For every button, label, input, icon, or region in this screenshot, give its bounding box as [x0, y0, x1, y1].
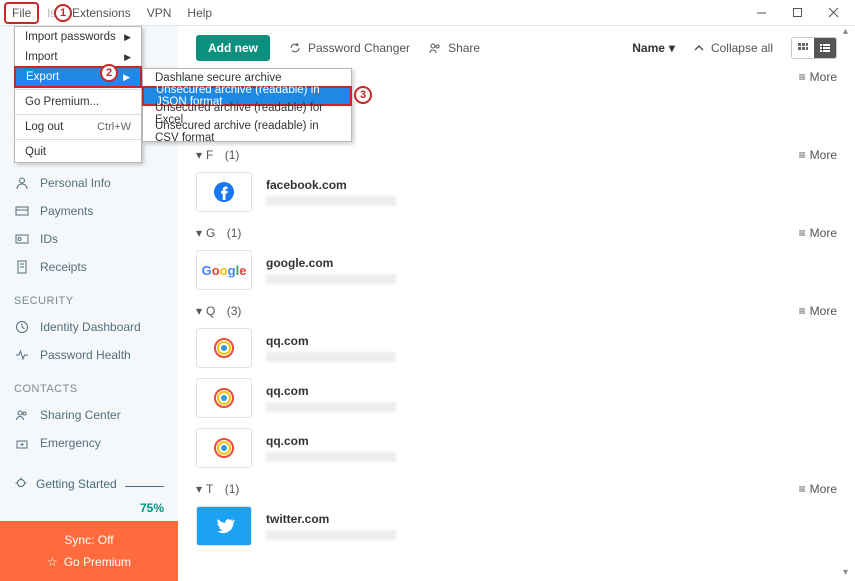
sidebar-footer: Sync: Off ☆Go Premium	[0, 521, 178, 581]
sort-dropdown[interactable]: Name▾	[632, 41, 675, 55]
getting-started-percent: 75%	[140, 501, 164, 515]
group-header-t[interactable]: ▾T (1)	[196, 482, 239, 496]
sidebar-payments[interactable]: Payments	[0, 197, 178, 225]
sidebar-identity-dashboard[interactable]: Identity Dashboard	[0, 313, 178, 341]
filter-icon: ≡	[799, 70, 806, 84]
list-item[interactable]: facebook.com	[196, 172, 837, 212]
more-button[interactable]: ≡More	[799, 304, 837, 318]
bulb-icon	[14, 477, 28, 491]
clock-icon	[14, 320, 30, 334]
more-button[interactable]: ≡More	[799, 482, 837, 496]
file-import-passwords[interactable]: Import passwords▶	[15, 27, 141, 47]
menu-vpn[interactable]: VPN	[139, 2, 180, 24]
maximize-button[interactable]	[779, 1, 815, 25]
group-header-g[interactable]: ▾G (1)	[196, 226, 241, 240]
sync-status[interactable]: Sync: Off	[0, 529, 178, 551]
sidebar-ids[interactable]: IDs	[0, 225, 178, 253]
more-button[interactable]: ≡More	[799, 70, 837, 84]
export-submenu: Dashlane secure archive Unsecured archiv…	[142, 68, 352, 142]
receipt-icon	[14, 260, 30, 274]
menu-help[interactable]: Help	[179, 2, 220, 24]
list-item[interactable]: qq.com	[196, 378, 837, 418]
toolbar: Add new Password Changer Share Name▾ Col…	[178, 26, 855, 70]
qq-icon	[196, 428, 252, 468]
add-new-button[interactable]: Add new	[196, 35, 270, 61]
more-button[interactable]: ≡More	[799, 226, 837, 240]
sidebar-personal-info[interactable]: Personal Info	[0, 169, 178, 197]
sidebar-sharing-center[interactable]: Sharing Center	[0, 401, 178, 429]
filter-icon: ≡	[799, 148, 806, 162]
file-export[interactable]: Export▶	[14, 66, 142, 88]
pulse-icon	[14, 348, 30, 362]
file-log-out[interactable]: Log outCtrl+W	[15, 117, 141, 137]
list-item[interactable]: qq.com	[196, 428, 837, 468]
view-toggle	[791, 37, 837, 59]
annotation-2: 2	[100, 64, 118, 82]
sidebar-emergency[interactable]: Emergency	[0, 429, 178, 457]
more-button[interactable]: ≡More	[799, 148, 837, 162]
annotation-3: 3	[354, 86, 372, 104]
list-view-button[interactable]	[814, 38, 836, 58]
password-changer-button[interactable]: Password Changer	[288, 41, 410, 55]
card-icon	[14, 204, 30, 218]
file-quit[interactable]: Quit	[15, 142, 141, 162]
scroll-up-button[interactable]: ▴	[843, 26, 853, 36]
sidebar-security-header: SECURITY	[0, 281, 178, 313]
sidebar-contacts-header: CONTACTS	[0, 369, 178, 401]
sidebar-password-health[interactable]: Password Health	[0, 341, 178, 369]
caret-down-icon: ▾	[196, 148, 202, 162]
window-controls	[743, 1, 851, 25]
facebook-icon	[196, 172, 252, 212]
twitter-icon	[196, 506, 252, 546]
share-icon	[428, 41, 442, 55]
id-icon	[14, 232, 30, 246]
close-button[interactable]	[815, 1, 851, 25]
qq-icon	[196, 378, 252, 418]
refresh-icon	[288, 41, 302, 55]
filter-icon: ≡	[799, 304, 806, 318]
people-icon	[14, 408, 30, 422]
group-header-q[interactable]: ▾Q (3)	[196, 304, 241, 318]
grid-view-button[interactable]	[792, 38, 814, 58]
file-import[interactable]: Import▶	[15, 47, 141, 67]
caret-down-icon: ▾	[196, 482, 202, 496]
collapse-all-button[interactable]: Collapse all	[693, 41, 773, 55]
list-item[interactable]: Google google.com	[196, 250, 837, 290]
qq-icon	[196, 328, 252, 368]
annotation-1: 1	[54, 4, 72, 22]
emergency-icon	[14, 436, 30, 450]
filter-icon: ≡	[799, 226, 806, 240]
getting-started[interactable]: Getting Started	[0, 467, 178, 501]
sidebar-receipts[interactable]: Receipts	[0, 253, 178, 281]
menu-extensions[interactable]: Extensions	[64, 2, 139, 24]
person-icon	[14, 176, 30, 190]
menu-file[interactable]: File	[4, 2, 39, 24]
caret-down-icon: ▾	[669, 41, 675, 55]
list-item[interactable]: twitter.com	[196, 506, 837, 546]
share-button[interactable]: Share	[428, 41, 480, 55]
export-csv[interactable]: Unsecured archive (readable) in CSV form…	[143, 123, 351, 141]
group-header-f[interactable]: ▾F (1)	[196, 148, 239, 162]
scroll-down-button[interactable]: ▾	[843, 567, 853, 577]
star-icon: ☆	[47, 555, 58, 569]
caret-down-icon: ▾	[196, 226, 202, 240]
collapse-icon	[693, 42, 705, 54]
filter-icon: ≡	[799, 482, 806, 496]
menubar: File ls Extensions VPN Help	[0, 0, 855, 26]
minimize-button[interactable]	[743, 1, 779, 25]
file-dropdown: Import passwords▶ Import▶ Export▶ Go Pre…	[14, 26, 142, 163]
file-go-premium[interactable]: Go Premium...	[15, 92, 141, 112]
caret-down-icon: ▾	[196, 304, 202, 318]
go-premium-button[interactable]: ☆Go Premium	[0, 551, 178, 573]
list-item[interactable]: qq.com	[196, 328, 837, 368]
google-icon: Google	[196, 250, 252, 290]
